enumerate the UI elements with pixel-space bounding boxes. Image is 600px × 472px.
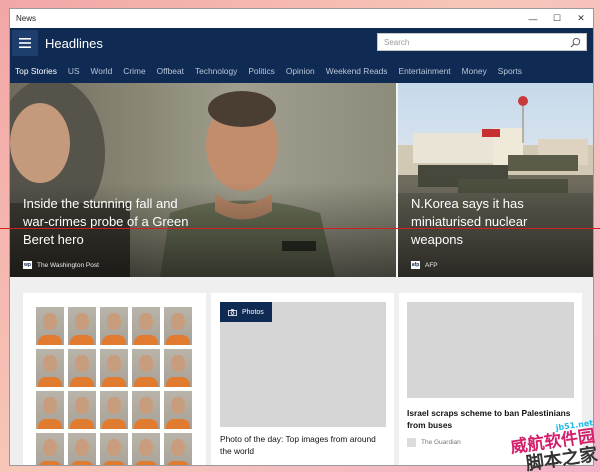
minimize-button[interactable]: —	[521, 9, 545, 28]
hero-main-headline-line: Inside the stunning fall and	[23, 196, 178, 211]
photo-of-the-day-card[interactable]: Photos Photo of the day: Top images from…	[211, 293, 394, 465]
tab-crime[interactable]: Crime	[123, 66, 145, 76]
mugshot	[68, 391, 96, 429]
tab-opinion[interactable]: Opinion	[286, 66, 315, 76]
mugshot-grid	[36, 307, 192, 465]
mugshot	[164, 349, 192, 387]
tab-technology[interactable]: Technology	[195, 66, 237, 76]
article-card-title-line: Israel scraps scheme to ban Palestinians	[407, 408, 571, 418]
mugshot	[36, 307, 64, 345]
mugshot	[36, 433, 64, 465]
tab-sports[interactable]: Sports	[498, 66, 522, 76]
app-header: Headlines	[10, 28, 593, 58]
hero-main-headline-line: Beret hero	[23, 232, 84, 247]
mugshot	[100, 349, 128, 387]
mugshot	[164, 307, 192, 345]
mugshot	[132, 433, 160, 465]
tab-offbeat[interactable]: Offbeat	[157, 66, 184, 76]
photo-card-title-line: the world	[220, 446, 254, 456]
tab-entertainment[interactable]: Entertainment	[398, 66, 450, 76]
story-cards: Photos Photo of the day: Top images from…	[10, 277, 593, 465]
mugshot	[68, 307, 96, 345]
search-input[interactable]	[384, 37, 564, 47]
article-image-placeholder	[407, 302, 574, 398]
hero-main-source-label: The Washington Post	[37, 261, 99, 269]
search-icon[interactable]	[570, 37, 581, 48]
tab-top-stories[interactable]: Top Stories	[15, 66, 57, 76]
photo-card-title[interactable]: Photo of the day: Top images from around…	[220, 433, 376, 457]
mugshot	[100, 391, 128, 429]
hero-side-headline[interactable]: N.Korea says it has miniaturised nuclear…	[411, 195, 527, 249]
mugshot	[36, 391, 64, 429]
photo-card-title-line: Photo of the day: Top images from around	[220, 434, 376, 444]
washington-post-logo: wp	[23, 261, 32, 269]
mugshot	[132, 349, 160, 387]
window-controls: — ☐ ✕	[521, 9, 593, 28]
page-title: Headlines	[45, 35, 103, 51]
mugshots-card[interactable]	[23, 293, 206, 465]
mugshot	[132, 307, 160, 345]
hero-side-source: afp AFP	[411, 261, 438, 269]
tab-world[interactable]: World	[91, 66, 113, 76]
red-guide-line	[0, 228, 600, 229]
hero-section: Inside the stunning fall and war-crimes …	[10, 83, 593, 277]
hero-side-headline-line: weapons	[411, 232, 464, 247]
title-bar: News — ☐ ✕	[10, 9, 593, 28]
article-source-label: The Guardian	[421, 439, 461, 446]
search-box[interactable]	[377, 33, 587, 51]
tab-money[interactable]: Money	[462, 66, 487, 76]
hero-main-source: wp The Washington Post	[23, 261, 99, 269]
news-app-window: News — ☐ ✕ Headlines Top Stories US Worl…	[9, 8, 594, 466]
photo-placeholder: Photos	[220, 302, 386, 427]
afp-logo: afp	[411, 261, 420, 269]
hamburger-icon	[19, 38, 31, 48]
category-tabs: Top Stories US World Crime Offbeat Techn…	[10, 58, 593, 83]
tab-us[interactable]: US	[68, 66, 80, 76]
tab-weekend-reads[interactable]: Weekend Reads	[326, 66, 388, 76]
hero-main-story[interactable]: Inside the stunning fall and war-crimes …	[10, 83, 396, 277]
window-title: News	[16, 14, 37, 23]
mugshot	[100, 433, 128, 465]
guardian-logo	[407, 438, 416, 447]
tab-politics[interactable]: Politics	[248, 66, 275, 76]
photos-badge-label: Photos	[242, 308, 264, 316]
hamburger-menu-button[interactable]	[12, 30, 38, 56]
mugshot	[68, 349, 96, 387]
hero-main-headline[interactable]: Inside the stunning fall and war-crimes …	[23, 195, 188, 249]
mugshot	[100, 307, 128, 345]
hero-side-story[interactable]: N.Korea says it has miniaturised nuclear…	[398, 83, 593, 277]
close-button[interactable]: ✕	[569, 9, 593, 28]
hero-side-headline-line: N.Korea says it has	[411, 196, 524, 211]
maximize-button[interactable]: ☐	[545, 9, 569, 28]
mugshot	[36, 349, 64, 387]
mugshot	[164, 433, 192, 465]
camera-icon	[228, 308, 237, 316]
mugshot	[164, 391, 192, 429]
article-source: The Guardian	[407, 438, 461, 447]
mugshot	[68, 433, 96, 465]
hero-side-source-label: AFP	[425, 261, 438, 269]
photos-badge: Photos	[220, 302, 272, 322]
mugshot	[132, 391, 160, 429]
